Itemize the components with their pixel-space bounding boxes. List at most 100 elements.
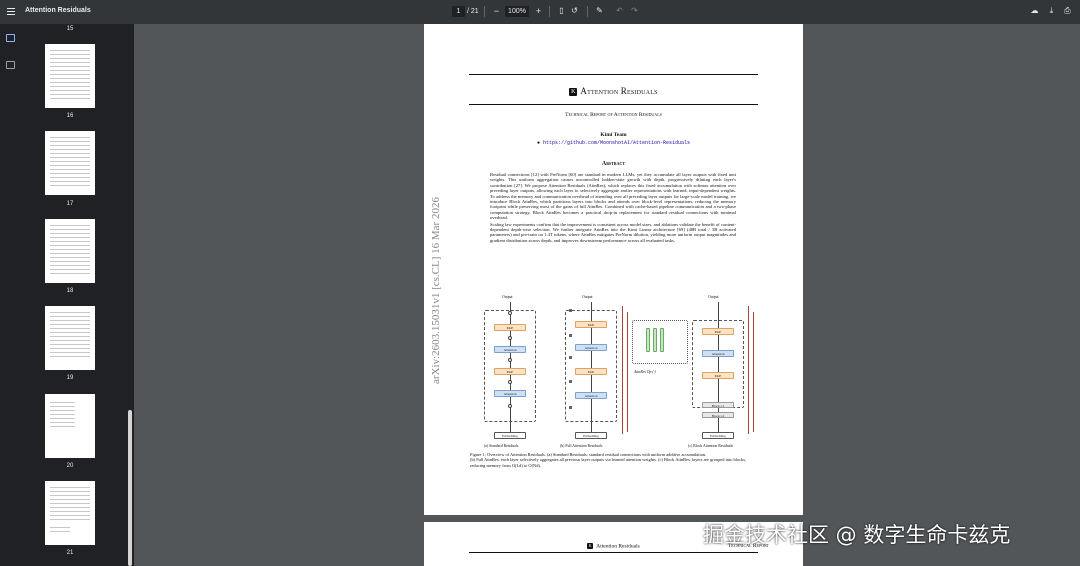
fig-b-query-square [569,356,572,359]
fig-b-embedding-block: Embedding [575,432,607,439]
fig-a-add-node [508,358,512,362]
header-rule [469,552,758,553]
abstract-paragraph-1: Residual connections [12] with PreNorm [… [490,172,736,221]
thumbnail-page-19[interactable] [45,306,95,370]
fig-a-add-node [508,311,512,315]
fig-op-label: AttnRes Op (·) [634,370,656,374]
fig-a-residual-line [510,302,511,432]
fig-c-block-bus [753,312,754,432]
fig-a-moe-block: MoE [494,324,526,331]
fig-b-query-square [569,380,572,383]
page-total: / 21 [467,8,479,15]
title-rule-top [469,74,758,76]
fig-c-output-label: Output [708,295,719,299]
toolbar-divider [549,6,550,17]
fig-b-moe-block: MoE [575,321,607,328]
pdf-page-1: arXiv:2603.15031v1 [cs.CL] 16 Mar 2026 K… [424,24,803,515]
fit-page-icon[interactable]: ▯ [556,5,567,17]
fig-a-attention-block: Attention [494,390,526,397]
fig-a-add-node [508,404,512,408]
title-rule-bottom [469,104,758,106]
fig-b-attention-bus [622,306,623,434]
thumbnail-page-20[interactable] [45,394,95,458]
fig-op-bar [646,328,650,352]
fig-b-attention-block: Attention [575,344,607,351]
thumbnail-label: 21 [66,550,74,556]
fig-b-query-square [569,334,572,337]
thumbnail-label: 15 [66,26,74,32]
arxiv-stamp: arXiv:2603.15031v1 [cs.CL] 16 Mar 2026 [430,197,442,384]
fig-b-output-label: Output [582,295,593,299]
abstract-body: Residual connections [12] with PreNorm [… [490,172,736,244]
zoom-in-button[interactable]: + [533,5,544,17]
thumbnail-label: 20 [66,463,74,469]
rotate-icon[interactable]: ↺ [569,5,580,17]
github-icon: ● [536,140,540,146]
fig-c-block-prev: Block t-1 [702,402,734,408]
thumbnail-page-21[interactable] [45,481,95,545]
fig-c-block-bus [748,306,749,434]
fig-b-query-square [569,406,572,409]
fig-b-query-square [569,309,572,312]
fig-b-moe-block: MoE [575,368,607,375]
fig-c-moe-block: MoE [702,372,734,379]
outline-icon[interactable] [6,61,15,69]
zoom-out-button[interactable]: − [491,5,502,17]
document-title: Attention Residuals [25,7,91,14]
fig-c-block-prev2: Block t-2 [702,412,734,418]
thumbnail-label: 16 [66,113,74,119]
undo-icon[interactable]: ↶ [614,5,625,17]
watermark: 掘金技术社区 @ 数字生命卡兹克 [703,523,1011,547]
kimi-logo-icon: K [587,543,594,549]
thumbnail-page-16[interactable] [45,44,95,108]
fig-a-caption: (a) Standard Residuals [484,444,519,448]
thumbnail-scrollbar-thumb[interactable] [128,410,132,566]
abstract-paragraph-2: Scaling law experiments confirm that the… [490,221,736,243]
figure-1: Output MoE Attention MoE Attention Embed… [482,292,754,462]
fig-c-moe-block: MoE [702,328,734,335]
fig-op-bar [660,328,664,352]
fig-b-caption: (b) Full Attention Residuals [560,444,603,448]
figure-1-caption: Figure 1: Overview of Attention Residual… [470,452,760,468]
thumbnails-icon[interactable] [6,34,15,42]
print-icon[interactable]: ⎙ [1062,5,1073,17]
abstract-heading: Abstract [601,161,626,167]
sidebar-rail [0,24,22,566]
thumbnail-label: 17 [66,201,74,207]
thumbnail-page-17[interactable] [45,131,95,195]
paper-subtitle: Technical Report of Attention Residuals [565,112,662,118]
save-to-drive-icon[interactable]: ☁ [1029,5,1040,17]
fig-a-embedding-block: Embedding [494,432,526,439]
author-team: Kimi Team [600,132,627,138]
fig-a-add-node [508,336,512,340]
fig-c-embedding-block: Embedding [702,432,734,439]
fig-b-attention-bus [627,312,628,432]
fig-op-bar [653,328,657,352]
thumbnail-label: 19 [66,375,74,381]
fig-a-add-node [508,380,512,384]
figure-caption-line-2: (b) Full AttnRes: each layer selectively… [470,457,747,468]
toolbar-divider [484,6,485,17]
kimi-logo-icon: K [569,87,578,96]
page-number-input[interactable]: 1 [452,6,465,17]
download-icon[interactable]: ⤓ [1046,5,1057,17]
redo-icon[interactable]: ↷ [629,5,640,17]
fig-c-attention-block: Attention [702,350,734,357]
menu-icon[interactable] [7,6,15,18]
fig-a-attention-block: Attention [494,346,526,353]
paper-title: K Attention Residuals [424,86,803,96]
toolbar-divider [587,6,588,17]
zoom-input[interactable]: 100% [505,6,529,17]
thumbnail-label: 18 [66,288,74,294]
github-link[interactable]: ● https://github.com/MoonshotAI/Attentio… [424,140,803,146]
paper-title-text: Attention Residuals [580,86,658,96]
annotate-icon[interactable]: ✎ [594,5,605,17]
thumbnail-page-18[interactable] [45,219,95,283]
fig-a-moe-block: MoE [494,368,526,375]
fig-b-attention-block: Attention [575,392,607,399]
github-url[interactable]: https://github.com/MoonshotAI/Attention-… [543,140,690,146]
fig-a-output-label: Output [502,295,513,299]
fig-c-caption: (c) Block Attention Residuals [688,444,734,448]
pdf-toolbar: Attention Residuals 1 / 21 − 100% + ▯ ↺ … [0,0,1080,24]
thumbnail-panel: 15 16 17 18 19 20 21 [22,24,134,566]
